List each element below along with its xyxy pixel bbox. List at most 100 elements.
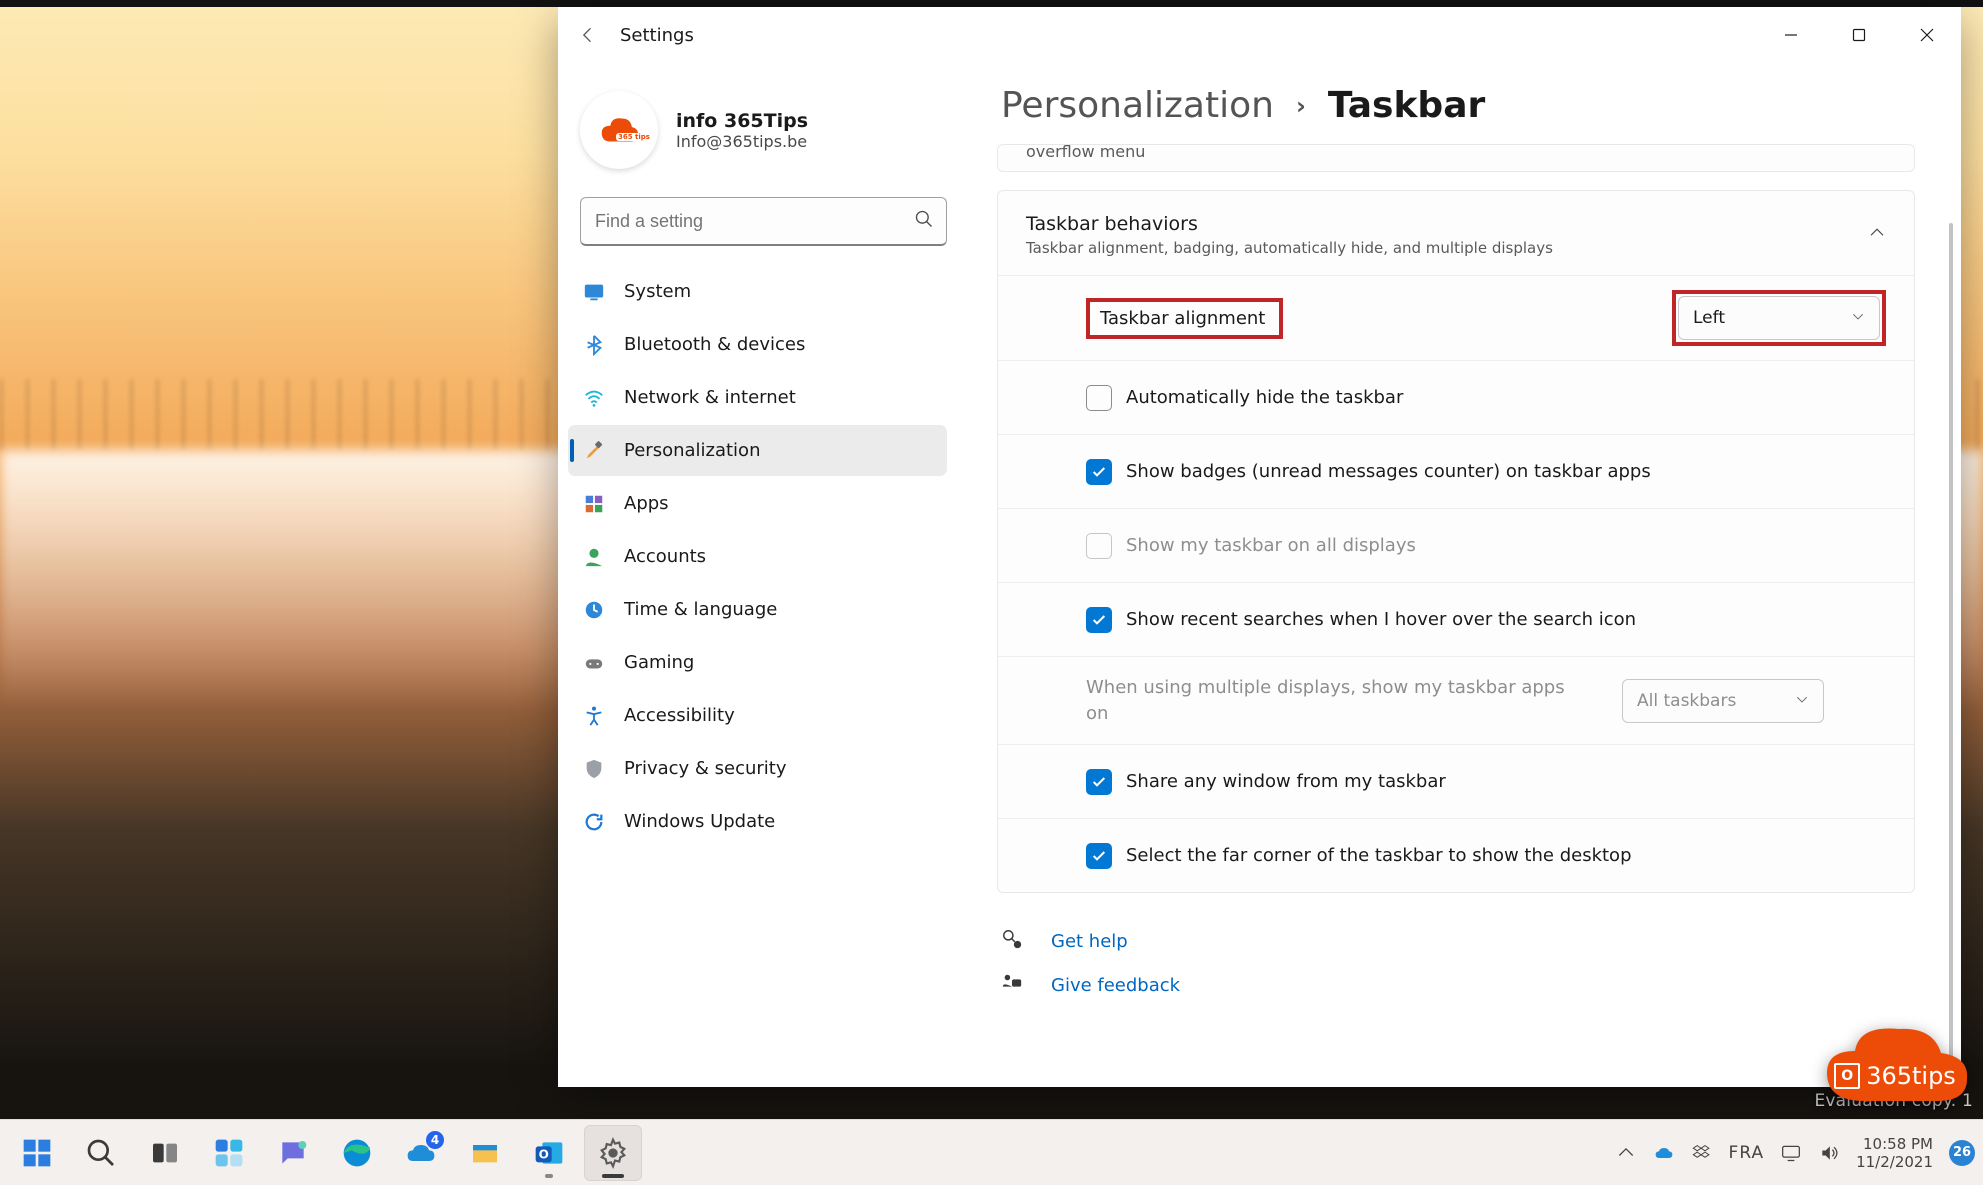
clock[interactable]: 10:58 PM 11/2/2021 [1856,1135,1933,1171]
behaviors-title: Taskbar behaviors [1026,213,1553,235]
help-icon [1001,928,1023,955]
feedback-link[interactable]: Give feedback [1001,963,1915,1007]
search-icon [914,209,934,233]
sidebar-item-bluetooth[interactable]: Bluetooth & devices [568,319,947,370]
search-button[interactable] [72,1125,130,1181]
maximize-button[interactable] [1825,7,1893,63]
sidebar-item-label: Windows Update [624,811,775,832]
language-indicator[interactable]: FRA [1729,1143,1765,1163]
edge-button[interactable] [328,1125,386,1181]
help-label: Get help [1051,931,1128,952]
wifi-icon [582,386,606,410]
accessibility-icon [582,704,606,728]
overflow-stub-card[interactable]: overflow menu [997,144,1915,172]
sidebar-item-update[interactable]: Windows Update [568,796,947,847]
chevron-right-icon: › [1296,92,1306,120]
checkbox[interactable] [1086,385,1112,411]
sidebar-item-accessibility[interactable]: Accessibility [568,690,947,741]
chat-button[interactable] [264,1125,322,1181]
shield-icon [582,757,606,781]
sidebar-item-time[interactable]: Time & language [568,584,947,635]
profile-email: Info@365tips.be [676,132,808,151]
explorer-button[interactable] [456,1125,514,1181]
taskbar: 4 O FRA 10:58 PM 11/2/2021 26 [0,1119,1983,1185]
notifications-badge[interactable]: 26 [1949,1140,1975,1166]
stub-text: overflow menu [1026,142,1145,161]
content-area: Personalization › Taskbar overflow menu … [963,63,1961,1087]
back-button[interactable] [574,21,602,49]
alignment-dropdown[interactable]: Left [1678,296,1880,340]
row-recent-searches[interactable]: Show recent searches when I hover over t… [998,582,1914,656]
person-icon [582,545,606,569]
row-share-window[interactable]: Share any window from my taskbar [998,744,1914,818]
behaviors-header[interactable]: Taskbar behaviors Taskbar alignment, bad… [998,191,1914,275]
scrollbar[interactable] [1949,223,1953,1061]
sidebar-item-personalization[interactable]: Personalization [568,425,947,476]
behaviors-subtitle: Taskbar alignment, badging, automaticall… [1026,239,1553,257]
feedback-label: Give feedback [1051,975,1180,996]
checkbox [1086,533,1112,559]
taskview-button[interactable] [136,1125,194,1181]
svg-text:O: O [539,1147,549,1161]
help-link[interactable]: Get help [1001,919,1915,963]
row-all-displays: Show my taskbar on all displays [998,508,1914,582]
search-input[interactable] [580,197,947,246]
checkbox[interactable] [1086,607,1112,633]
row-badges[interactable]: Show badges (unread messages counter) on… [998,434,1914,508]
settings-window: Settings 365 tips info 365Tips Info@365t… [558,7,1961,1087]
auto-hide-label: Automatically hide the taskbar [1126,387,1403,408]
tray-chevron-icon[interactable] [1615,1142,1637,1164]
alignment-value-highlight: Left [1672,290,1886,346]
tray-onedrive-icon[interactable] [1653,1142,1675,1164]
window-body: 365 tips info 365Tips Info@365tips.be Sy… [558,63,1961,1087]
sidebar-item-privacy[interactable]: Privacy & security [568,743,947,794]
volume-icon[interactable] [1818,1142,1840,1164]
row-auto-hide[interactable]: Automatically hide the taskbar [998,360,1914,434]
sidebar-item-gaming[interactable]: Gaming [568,637,947,688]
clock-date: 11/2/2021 [1856,1153,1933,1171]
paintbrush-icon [582,439,606,463]
recent-label: Show recent searches when I hover over t… [1126,609,1636,630]
sidebar-item-label: System [624,281,691,302]
chevron-down-icon [1795,691,1809,711]
sidebar-item-label: Personalization [624,440,760,461]
profile-name: info 365Tips [676,110,808,132]
sidebar-item-system[interactable]: System [568,266,947,317]
checkbox[interactable] [1086,843,1112,869]
update-icon [582,810,606,834]
apps-icon [582,492,606,516]
support-links: Get help Give feedback [997,919,1915,1007]
checkbox[interactable] [1086,769,1112,795]
row-far-corner[interactable]: Select the far corner of the taskbar to … [998,818,1914,892]
sidebar-item-apps[interactable]: Apps [568,478,947,529]
profile[interactable]: 365 tips info 365Tips Info@365tips.be [568,81,963,187]
sidebar-item-network[interactable]: Network & internet [568,372,947,423]
sidebar-item-label: Gaming [624,652,694,673]
display-icon[interactable] [1780,1142,1802,1164]
alignment-label-highlight: Taskbar alignment [1086,298,1283,339]
taskbar-apps: 4 O [8,1125,642,1181]
start-button[interactable] [8,1125,66,1181]
all-displays-label: Show my taskbar on all displays [1126,535,1416,556]
sidebar: 365 tips info 365Tips Info@365tips.be Sy… [558,63,963,1087]
sidebar-item-label: Network & internet [624,387,796,408]
outlook-button[interactable]: O [520,1125,578,1181]
system-tray: FRA 10:58 PM 11/2/2021 26 [1615,1135,1975,1171]
row-taskbar-alignment: Taskbar alignment Left [998,275,1914,360]
sidebar-item-label: Bluetooth & devices [624,334,805,355]
widgets-button[interactable] [200,1125,258,1181]
corner-label: Select the far corner of the taskbar to … [1126,845,1632,866]
close-button[interactable] [1893,7,1961,63]
sidebar-item-accounts[interactable]: Accounts [568,531,947,582]
checkbox[interactable] [1086,459,1112,485]
minimize-button[interactable] [1757,7,1825,63]
system-icon [582,280,606,304]
settings-button[interactable] [584,1125,642,1181]
breadcrumb-parent[interactable]: Personalization [1001,85,1274,126]
search-field[interactable] [593,210,914,233]
window-controls [1757,7,1961,63]
tray-dropbox-icon[interactable] [1691,1142,1713,1164]
chevron-up-icon [1868,224,1886,246]
onedrive-button[interactable]: 4 [392,1125,450,1181]
alignment-value: Left [1693,308,1725,328]
